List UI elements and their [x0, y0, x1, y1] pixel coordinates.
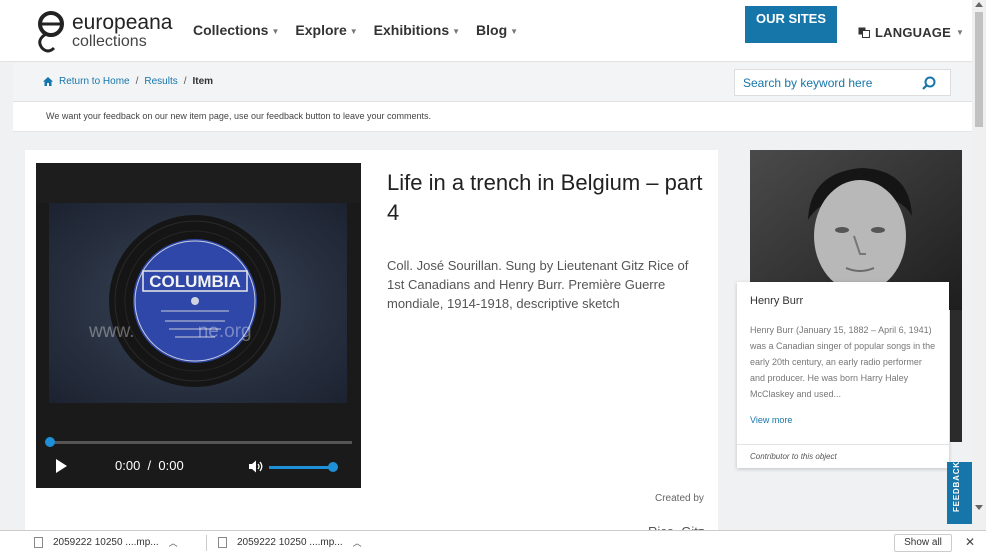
player-controls: 0:00 / 0:00 — [36, 403, 361, 488]
svg-text:www. ne.org: www. ne.org — [88, 321, 252, 342]
breadcrumb-results-link[interactable]: Results — [144, 76, 177, 87]
chevron-down-icon: ▼ — [271, 26, 280, 36]
contributor-name[interactable]: Henry Burr — [750, 295, 803, 307]
search-icon[interactable] — [922, 76, 936, 90]
progress-bar[interactable] — [45, 437, 352, 447]
player-top-bar — [36, 163, 361, 203]
nav-blog[interactable]: Blog ▼ — [476, 22, 518, 38]
play-icon[interactable] — [56, 459, 67, 473]
created-by-label: Created by — [655, 493, 704, 504]
search-input[interactable] — [735, 70, 915, 95]
breadcrumb-home-link[interactable]: Return to Home — [59, 76, 130, 87]
scroll-down-arrow-icon[interactable] — [975, 505, 983, 510]
chevron-down-icon: ▼ — [452, 26, 461, 36]
page-scrollbar[interactable] — [972, 0, 986, 530]
time-display: 0:00 / 0:00 — [115, 458, 184, 473]
home-icon — [43, 77, 53, 86]
current-time: 0:00 — [115, 458, 141, 473]
chevron-up-icon[interactable]: ︿ — [353, 536, 362, 549]
scroll-thumb[interactable] — [975, 12, 983, 127]
duration: 0:00 — [158, 458, 184, 473]
progress-handle[interactable] — [45, 437, 55, 447]
chevron-down-icon: ▼ — [349, 26, 358, 36]
download-filename: 2059222 10250 ....mp... — [53, 537, 159, 548]
download-item[interactable]: 2059222 10250 ....mp... ︿ — [218, 536, 362, 549]
language-icon — [858, 27, 870, 38]
item-title: Life in a trench in Belgium – part 4 — [387, 170, 703, 225]
chevron-up-icon[interactable]: ︿ — [169, 536, 178, 549]
record-label-image: COLUMBIA www. ne.org — [49, 203, 347, 403]
language-label: LANGUAGE — [875, 25, 951, 40]
our-sites-button[interactable]: OUR SITES — [745, 6, 837, 43]
language-selector[interactable]: LANGUAGE ▼ — [858, 25, 964, 40]
file-icon — [218, 537, 227, 548]
nav-collections[interactable]: Collections ▼ — [193, 22, 279, 38]
search-box — [734, 69, 951, 96]
breadcrumb-current: Item — [192, 76, 214, 87]
downloads-divider — [206, 535, 207, 551]
volume-icon[interactable] — [249, 460, 264, 473]
breadcrumb: Return to Home / Results / Item — [43, 76, 213, 87]
chevron-down-icon: ▼ — [956, 28, 965, 37]
main-nav: Collections ▼ Explore ▼ Exhibitions ▼ Blog ▼ — [193, 22, 518, 38]
nav-explore[interactable]: Explore ▼ — [295, 22, 357, 38]
volume-slider[interactable] — [269, 466, 333, 469]
chevron-down-icon: ▼ — [510, 26, 519, 36]
feedback-label: FEEDBACK — [952, 461, 961, 512]
feedback-button[interactable]: FEEDBACK — [947, 461, 972, 524]
svg-text:COLUMBIA: COLUMBIA — [149, 272, 241, 291]
item-card: COLUMBIA www. ne.org 0:00 / 0:00 Life in… — [25, 150, 718, 539]
show-all-button[interactable]: Show all — [894, 534, 952, 552]
breadcrumb-bar: Return to Home / Results / Item — [13, 63, 972, 102]
portrait-edge — [950, 310, 962, 442]
audio-player: COLUMBIA www. ne.org 0:00 / 0:00 — [36, 163, 361, 488]
logo-subtitle: collections — [72, 33, 147, 50]
view-more-link[interactable]: View more — [750, 415, 792, 425]
file-icon — [34, 537, 43, 548]
time-separator: / — [147, 458, 152, 473]
europeana-logo[interactable]: europeana collections — [32, 10, 172, 54]
breadcrumb-separator: / — [183, 76, 187, 87]
logo-wordmark: europeana — [72, 11, 173, 34]
feedback-notice: We want your feedback on our new item pa… — [13, 102, 972, 132]
close-icon[interactable]: ✕ — [965, 535, 975, 549]
download-item[interactable]: 2059222 10250 ....mp... ︿ — [34, 536, 178, 549]
media-thumbnail[interactable]: COLUMBIA www. ne.org — [49, 203, 347, 403]
contributor-bio: Henry Burr (January 15, 1882 – April 6, … — [750, 325, 936, 399]
contributor-card: Henry Burr Henry Burr (January 15, 1882 … — [737, 282, 949, 468]
contributor-footer: Contributor to this object — [737, 444, 949, 468]
nav-exhibitions[interactable]: Exhibitions ▼ — [374, 22, 460, 38]
item-description: Coll. José Sourillan. Sung by Lieutenant… — [387, 258, 689, 311]
feedback-notice-text: We want your feedback on our new item pa… — [46, 111, 432, 121]
volume-handle[interactable] — [328, 462, 338, 472]
contributor-role: Contributor to this object — [750, 452, 837, 461]
downloads-bar: 2059222 10250 ....mp... ︿ 2059222 10250 … — [0, 530, 986, 554]
scroll-up-arrow-icon[interactable] — [975, 2, 983, 7]
europeana-logo-icon — [38, 11, 64, 53]
download-filename: 2059222 10250 ....mp... — [237, 537, 343, 548]
top-navigation-bar: europeana collections Collections ▼ Explo… — [0, 0, 972, 62]
breadcrumb-separator: / — [135, 76, 139, 87]
